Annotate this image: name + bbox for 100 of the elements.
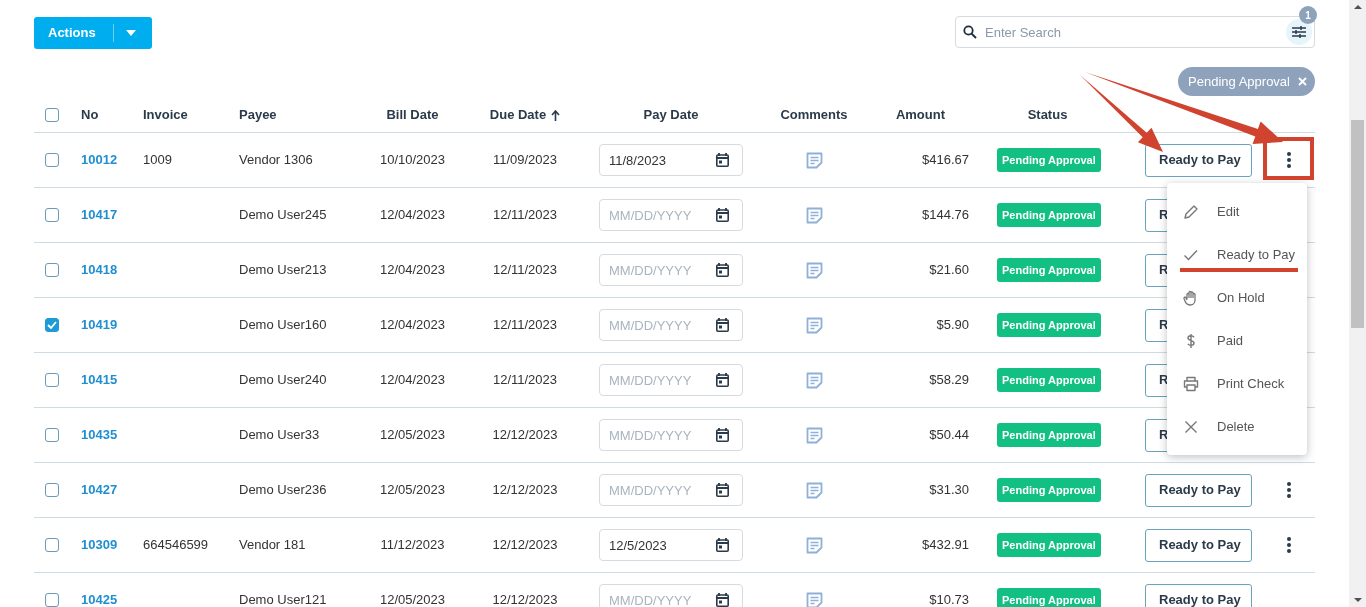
filter-count-badge: 1	[1299, 6, 1317, 24]
status-badge: Pending Approval	[997, 532, 1101, 558]
menu-item[interactable]: Print Check	[1167, 362, 1307, 405]
calendar-icon[interactable]	[716, 428, 729, 442]
bill-number-link[interactable]: 10425	[81, 592, 118, 607]
comment-icon[interactable]	[805, 591, 823, 607]
comment-icon[interactable]	[805, 316, 823, 334]
column-header[interactable]: Comments	[780, 105, 848, 125]
ready-to-pay-button[interactable]: Ready to Pay	[1145, 528, 1252, 562]
ready-to-pay-button[interactable]: Ready to Pay	[1145, 473, 1252, 507]
checkbox[interactable]	[45, 208, 59, 222]
bill-number-link[interactable]: 10309	[81, 537, 118, 553]
bill-number-link[interactable]: 10418	[81, 262, 118, 278]
ready-to-pay-button[interactable]: Ready to Pay	[1145, 583, 1252, 607]
date-field[interactable]: MM/DD/YYYY	[599, 254, 743, 286]
date-field[interactable]: MM/DD/YYYY	[599, 199, 743, 231]
status-badge: Pending Approval	[997, 477, 1101, 503]
checkbox[interactable]	[45, 483, 59, 497]
checkbox[interactable]	[45, 428, 59, 442]
comment-icon[interactable]	[805, 371, 823, 389]
date-field[interactable]: MM/DD/YYYY	[599, 474, 743, 506]
date-field[interactable]: MM/DD/YYYY	[599, 584, 743, 607]
bill-date-cell-text: 12/04/2023	[379, 316, 446, 335]
bill-number-link[interactable]: 10417	[81, 207, 118, 223]
menu-item[interactable]: Delete	[1167, 405, 1307, 448]
date-field[interactable]: 12/5/2023	[599, 529, 743, 561]
menu-item[interactable]: Edit	[1167, 190, 1307, 233]
due-date-cell-text: 12/11/2023	[492, 206, 558, 225]
bill-date-cell-text: 12/04/2023	[379, 261, 446, 280]
checkbox[interactable]	[45, 318, 59, 332]
checkbox[interactable]	[45, 108, 59, 122]
bill-number-link[interactable]: 10427	[81, 482, 118, 498]
calendar-icon[interactable]	[716, 538, 729, 552]
more-options-icon[interactable]	[1286, 482, 1291, 498]
payee-cell: Demo User236	[239, 482, 327, 498]
column-header[interactable]: No	[81, 105, 99, 125]
amount-cell-text: $10.73	[929, 591, 969, 607]
checkbox[interactable]	[45, 263, 59, 277]
menu-item[interactable]: Paid	[1167, 319, 1307, 362]
calendar-icon[interactable]	[716, 318, 729, 332]
column-header[interactable]: Pay Date	[643, 105, 699, 125]
bill-number-link[interactable]: 10419	[81, 317, 118, 333]
amount-cell-text: $31.30	[929, 481, 969, 500]
bill-date-cell-text: 12/04/2023	[379, 371, 446, 390]
filter-button[interactable]	[1286, 19, 1312, 45]
status-badge: Pending Approval	[997, 257, 1101, 283]
date-field[interactable]: MM/DD/YYYY	[599, 364, 743, 396]
bill-date-cell-text: 12/05/2023	[379, 426, 446, 445]
column-header[interactable]: Amount	[895, 105, 945, 125]
checkbox[interactable]	[45, 373, 59, 387]
amount-cell-text: $58.29	[929, 371, 969, 390]
caret-icon	[125, 30, 136, 36]
calendar-icon[interactable]	[716, 483, 729, 497]
payee-cell: Demo User240	[239, 372, 327, 388]
comment-icon[interactable]	[805, 151, 823, 169]
due-date-cell-text: 12/11/2023	[492, 371, 558, 390]
date-field[interactable]: MM/DD/YYYY	[599, 419, 743, 451]
bill-number-link[interactable]: 10415	[81, 372, 118, 388]
column-header[interactable]: Due Date	[489, 105, 547, 125]
bill-date-cell-text: 12/04/2023	[379, 206, 446, 225]
column-header[interactable]: Status	[1027, 105, 1068, 125]
date-field[interactable]: MM/DD/YYYY	[599, 309, 743, 341]
status-badge: Pending Approval	[997, 422, 1101, 448]
calendar-icon[interactable]	[716, 208, 729, 222]
comment-icon[interactable]	[805, 426, 823, 444]
due-date-cell-text: 12/12/2023	[492, 481, 558, 500]
checkbox[interactable]	[45, 153, 59, 167]
status-badge: Pending Approval	[997, 202, 1101, 228]
hand-icon	[1183, 289, 1199, 306]
calendar-icon[interactable]	[716, 373, 729, 387]
bill-number-link[interactable]: 10012	[81, 152, 118, 168]
bill-date-cell-text: 10/10/2023	[379, 151, 446, 170]
checkbox[interactable]	[45, 593, 59, 607]
payee-cell: Demo User213	[239, 262, 327, 278]
filter-icon	[1291, 25, 1307, 39]
scrollbar[interactable]	[1349, 0, 1366, 607]
calendar-icon[interactable]	[716, 153, 729, 167]
comment-icon[interactable]	[805, 481, 823, 499]
more-options-icon[interactable]	[1286, 537, 1291, 553]
more-options-icon[interactable]	[1286, 152, 1291, 168]
comment-icon[interactable]	[805, 536, 823, 554]
column-header[interactable]: Payee	[239, 105, 277, 125]
amount-cell-text: $50.44	[929, 426, 969, 445]
column-header[interactable]: Bill Date	[386, 105, 439, 125]
calendar-icon[interactable]	[716, 263, 729, 277]
status-badge: Pending Approval	[997, 367, 1101, 393]
comment-icon[interactable]	[805, 261, 823, 279]
bill-number-link[interactable]: 10435	[81, 427, 118, 443]
comment-icon[interactable]	[805, 206, 823, 224]
menu-item[interactable]: On Hold	[1167, 276, 1307, 319]
checkbox[interactable]	[45, 538, 59, 552]
pencil-icon	[1183, 203, 1199, 220]
payee-cell: Demo User33	[239, 427, 320, 443]
close-icon[interactable]	[1298, 77, 1307, 86]
column-header[interactable]: Invoice	[143, 105, 188, 125]
payee-cell: Demo User160	[239, 317, 327, 333]
calendar-icon[interactable]	[716, 593, 729, 607]
date-field[interactable]: 11/8/2023	[599, 144, 743, 176]
status-badge: Pending Approval	[997, 312, 1101, 338]
menu-item[interactable]: Ready to Pay	[1167, 233, 1307, 276]
